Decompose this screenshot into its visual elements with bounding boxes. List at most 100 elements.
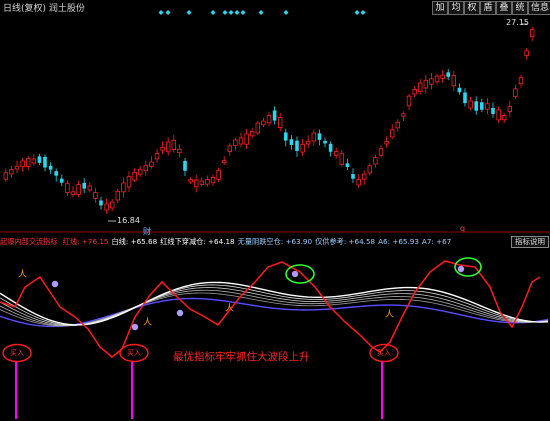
indicator-dot-4	[457, 265, 465, 273]
price-chart	[0, 23, 550, 233]
indicator-item-3: 无量阴跌空仓: +63.90	[237, 237, 313, 246]
candle-body	[361, 173, 367, 180]
candle-body	[378, 148, 384, 156]
candle-body	[401, 113, 406, 117]
candle-body	[295, 140, 299, 151]
candle-body	[37, 156, 42, 163]
candle-body	[160, 146, 165, 151]
candle-body	[423, 79, 428, 89]
candle-body	[389, 129, 395, 138]
candle-body	[76, 184, 81, 195]
candle-body	[530, 29, 535, 38]
candle-body	[188, 179, 193, 183]
buy-signal-label-1: 买入	[10, 349, 24, 357]
candle-body	[501, 115, 507, 121]
indicator-item-6: A7: +67	[421, 237, 452, 246]
candle-body	[104, 203, 109, 211]
candle-body	[14, 165, 20, 170]
candle-body	[323, 140, 327, 144]
rights-button[interactable]: 权	[464, 1, 480, 15]
candle-body	[249, 130, 255, 137]
candle-body	[496, 109, 501, 121]
indicator-marker-1: 人	[143, 317, 152, 328]
candle-body	[474, 101, 478, 111]
indicator-item-5: A6: +65.93	[378, 237, 419, 246]
candle-body	[149, 161, 154, 167]
candle-body	[126, 176, 132, 188]
indicator-marker-3: 人	[385, 309, 394, 320]
candle-body	[272, 110, 277, 121]
candle-body	[199, 180, 204, 185]
candle-body	[440, 74, 445, 79]
candle-body	[221, 160, 227, 164]
candle-body	[227, 145, 232, 152]
candle-body	[480, 102, 484, 110]
indicator-chart: 人人人人	[0, 257, 549, 419]
candle-body	[210, 177, 216, 184]
candle-body	[507, 106, 512, 113]
candle-body	[284, 132, 288, 141]
low-price-label: 16.84	[117, 216, 140, 225]
info-button[interactable]: 信息	[528, 1, 550, 15]
candle-body	[25, 158, 31, 167]
indicator-wave-line-3	[0, 287, 549, 326]
indicator-item-1: 白线: +65.68	[111, 237, 158, 246]
candle-body	[233, 139, 238, 147]
candle-body	[429, 78, 434, 85]
average-button[interactable]: 均	[448, 1, 464, 15]
candle-body	[289, 139, 294, 145]
candle-body	[417, 82, 423, 92]
candle-body	[356, 179, 361, 186]
candle-body	[110, 201, 115, 209]
candle-body	[524, 50, 529, 56]
candle-body	[87, 185, 92, 191]
add-button[interactable]: 加	[432, 1, 448, 15]
candle-body	[305, 140, 311, 145]
peak-highlight-1	[285, 264, 315, 284]
candle-body	[99, 200, 103, 206]
candle-body	[193, 179, 199, 188]
buy-signal-label-3: 买入	[377, 349, 391, 357]
overlay-button[interactable]: 叠	[496, 1, 512, 15]
candle-body	[154, 153, 160, 160]
candle-body	[65, 183, 70, 194]
event-mark-q: q	[460, 224, 466, 233]
candle-body	[132, 171, 137, 181]
candle-body	[143, 164, 148, 172]
candle-body	[255, 122, 260, 134]
candle-body	[277, 117, 283, 128]
candle-body	[395, 121, 400, 129]
candle-body	[238, 137, 244, 145]
candle-body	[171, 140, 176, 150]
candle-body	[60, 178, 64, 183]
candle-body	[373, 157, 378, 165]
candle-body	[216, 169, 221, 180]
candle-body	[121, 182, 126, 193]
shield-button[interactable]: 盾	[480, 1, 496, 15]
candle-body	[266, 115, 272, 124]
chart-title: 日线(复权) 润土股份	[3, 4, 85, 14]
candle-body	[384, 140, 389, 145]
candle-body	[328, 143, 333, 152]
candle-body	[412, 89, 417, 95]
candle-body	[31, 158, 36, 164]
candle-body	[351, 174, 355, 179]
candle-body	[468, 100, 473, 109]
indicator-item-4: 仅供参考: +64.58	[315, 237, 376, 246]
indicator-dot-2	[176, 309, 184, 317]
candle-body	[446, 72, 450, 77]
indicator-dot-3	[291, 270, 299, 278]
candle-body	[367, 165, 372, 174]
candle-body	[457, 87, 462, 93]
top-bar: 日线(复权) 润土股份 加均权盾叠统信息	[0, 0, 550, 15]
candle-body	[406, 95, 412, 107]
candle-body	[317, 133, 322, 140]
candle-body	[463, 92, 467, 104]
indicator-wave-line-5	[0, 281, 549, 326]
candle-body	[70, 191, 76, 195]
candle-body	[339, 153, 344, 165]
candle-body	[20, 160, 25, 168]
stats-button[interactable]: 统	[512, 1, 528, 15]
stock-chart-window: 日线(复权) 润土股份 加均权盾叠统信息 27.15 16.84 财 q 起爆内…	[0, 0, 550, 421]
candle-body	[485, 103, 490, 110]
